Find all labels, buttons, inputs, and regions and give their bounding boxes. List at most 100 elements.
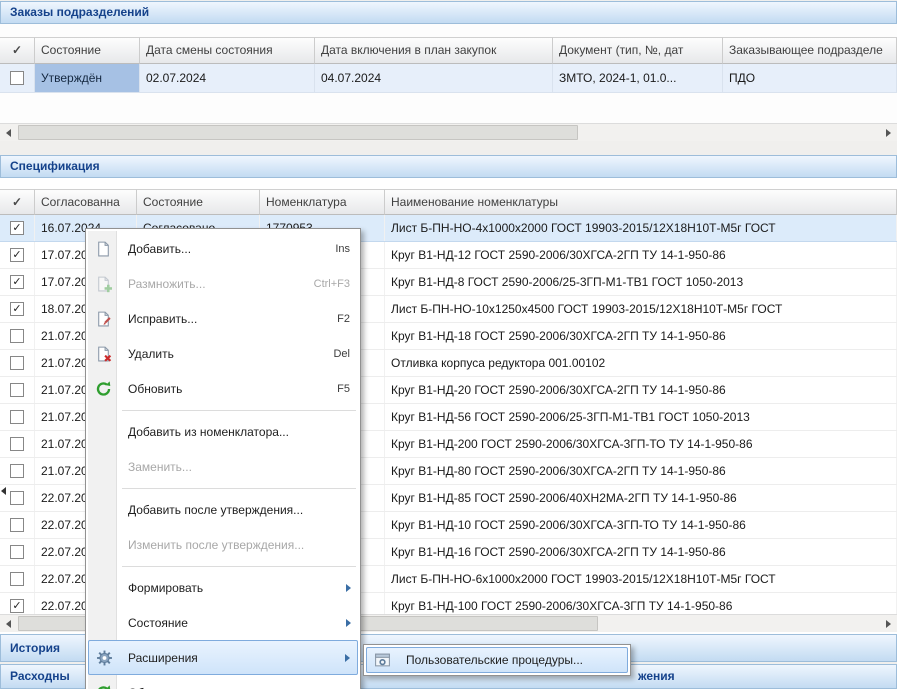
cell-nomenclature-name: Круг В1-НД-16 ГОСТ 2590-2006/30ХГСА-2ГП … bbox=[385, 539, 897, 565]
cell-nomenclature-name: Круг В1-НД-12 ГОСТ 2590-2006/30ХГСА-2ГП … bbox=[385, 242, 897, 268]
cell-state-date: 02.07.2024 bbox=[140, 64, 315, 92]
row-checkbox[interactable] bbox=[10, 491, 24, 505]
row-checkbox[interactable] bbox=[10, 464, 24, 478]
menu-item-add[interactable]: Добавить... Ins bbox=[88, 231, 358, 266]
menu-separator bbox=[88, 406, 358, 414]
exchange-arrows-icon bbox=[95, 684, 112, 689]
menu-item-shortcut: F2 bbox=[337, 313, 350, 325]
row-checkbox[interactable] bbox=[10, 545, 24, 559]
refresh-icon bbox=[95, 380, 112, 397]
cell-checkbox bbox=[0, 377, 35, 403]
row-checkbox[interactable] bbox=[10, 572, 24, 586]
expense-panel-title: Расходны bbox=[10, 669, 70, 683]
context-menu: Добавить... Ins Размножить... Ctrl+F3 Ис… bbox=[85, 228, 361, 689]
submenu-arrow-icon bbox=[346, 584, 351, 592]
cell-checkbox bbox=[0, 323, 35, 349]
orders-panel-title: Заказы подразделений bbox=[10, 5, 149, 19]
menu-item-exchange[interactable]: Обмен bbox=[88, 675, 358, 689]
menu-item-label: Изменить после утверждения... bbox=[128, 538, 350, 552]
spec-table-header: ✓ Согласованна Состояние Номенклатура На… bbox=[0, 189, 897, 215]
extensions-submenu: Пользовательские процедуры... bbox=[363, 644, 631, 676]
history-panel-title: История bbox=[10, 641, 60, 655]
orders-horizontal-scrollbar[interactable] bbox=[0, 123, 897, 141]
menu-item-label: Расширения bbox=[128, 651, 349, 665]
menu-item-label: Добавить из номенклатора... bbox=[128, 425, 350, 439]
column-header-state-date[interactable]: Дата смены состояния bbox=[140, 37, 315, 64]
select-all-column-header[interactable]: ✓ bbox=[0, 189, 35, 215]
cell-checkbox bbox=[0, 458, 35, 484]
row-checkbox[interactable]: ✓ bbox=[10, 302, 24, 316]
cell-nomenclature-name: Отливка корпуса редуктора 001.00102 bbox=[385, 350, 897, 376]
cell-checkbox bbox=[0, 431, 35, 457]
row-checkbox[interactable]: ✓ bbox=[10, 599, 24, 613]
menu-item-shortcut: Ctrl+F3 bbox=[314, 278, 350, 290]
cell-nomenclature-name: Круг В1-НД-20 ГОСТ 2590-2006/30ХГСА-2ГП … bbox=[385, 377, 897, 403]
row-checkbox[interactable]: ✓ bbox=[10, 275, 24, 289]
menu-item-add-after-approval[interactable]: Добавить после утверждения... bbox=[88, 492, 358, 527]
row-checkbox[interactable]: ✓ bbox=[10, 221, 24, 235]
menu-separator bbox=[88, 562, 358, 570]
menu-item-shortcut: Ins bbox=[335, 243, 350, 255]
scrollbar-thumb[interactable] bbox=[18, 125, 578, 140]
cell-checkbox: ✓ bbox=[0, 242, 35, 268]
cell-checkbox bbox=[0, 404, 35, 430]
user-procedures-icon bbox=[374, 652, 391, 669]
column-header-state[interactable]: Состояние bbox=[35, 37, 140, 64]
cell-nomenclature-name: Круг В1-НД-80 ГОСТ 2590-2006/30ХГСА-2ГП … bbox=[385, 458, 897, 484]
cell-nomenclature-name: Круг В1-НД-100 ГОСТ 2590-2006/30ХГСА-3ГП… bbox=[385, 593, 897, 614]
orders-table-row[interactable]: Утверждён 02.07.2024 04.07.2024 ЗМТО, 20… bbox=[0, 64, 897, 93]
row-checkbox[interactable]: ✓ bbox=[10, 248, 24, 262]
orders-table-header: ✓ Состояние Дата смены состояния Дата вк… bbox=[0, 37, 897, 64]
orders-panel-header[interactable]: Заказы подразделений bbox=[0, 1, 897, 24]
cell-checkbox: ✓ bbox=[0, 296, 35, 322]
menu-item-duplicate: Размножить... Ctrl+F3 bbox=[88, 266, 358, 301]
cell-checkbox: ✓ bbox=[0, 269, 35, 295]
cell-checkbox bbox=[0, 64, 35, 92]
menu-item-refresh[interactable]: Обновить F5 bbox=[88, 371, 358, 406]
cell-document: ЗМТО, 2024-1, 01.0... bbox=[553, 64, 723, 92]
menu-item-label: Пользовательские процедуры... bbox=[406, 653, 619, 667]
cell-state: Утверждён bbox=[35, 64, 140, 92]
menu-item-add-from-nomenclator[interactable]: Добавить из номенклатора... bbox=[88, 414, 358, 449]
menu-item-label: Состояние bbox=[128, 616, 350, 630]
menu-item-form[interactable]: Формировать bbox=[88, 570, 358, 605]
scroll-right-arrow-icon[interactable] bbox=[880, 124, 897, 141]
column-header-nomenclature[interactable]: Номенклатура bbox=[260, 189, 385, 215]
column-header-department[interactable]: Заказывающее подразделе bbox=[723, 37, 897, 64]
submenu-item-user-procedures[interactable]: Пользовательские процедуры... bbox=[366, 647, 628, 673]
row-checkbox[interactable] bbox=[10, 356, 24, 370]
menu-item-label: Добавить после утверждения... bbox=[128, 503, 350, 517]
select-all-column-header[interactable]: ✓ bbox=[0, 37, 35, 64]
menu-item-label: Добавить... bbox=[128, 242, 325, 256]
cell-department: ПДО bbox=[723, 64, 897, 92]
menu-item-edit[interactable]: Исправить... F2 bbox=[88, 301, 358, 336]
cell-nomenclature-name: Лист Б-ПН-НО-6х1000х2000 ГОСТ 19903-2015… bbox=[385, 566, 897, 592]
column-header-plan-date[interactable]: Дата включения в план закупок bbox=[315, 37, 553, 64]
cell-plan-date: 04.07.2024 bbox=[315, 64, 553, 92]
splitter-collapse-button[interactable] bbox=[1, 483, 11, 499]
scroll-right-arrow-icon[interactable] bbox=[880, 615, 897, 632]
menu-item-extensions[interactable]: Расширения bbox=[88, 640, 358, 675]
menu-item-state[interactable]: Состояние bbox=[88, 605, 358, 640]
column-header-nomenclature-name[interactable]: Наименование номенклатуры bbox=[385, 189, 897, 215]
column-header-state[interactable]: Состояние bbox=[137, 189, 260, 215]
menu-item-label: Обновить bbox=[128, 382, 327, 396]
cell-checkbox bbox=[0, 539, 35, 565]
column-header-document[interactable]: Документ (тип, №, дат bbox=[553, 37, 723, 64]
row-checkbox[interactable] bbox=[10, 410, 24, 424]
row-checkbox[interactable] bbox=[10, 383, 24, 397]
menu-item-delete[interactable]: Удалить Del bbox=[88, 336, 358, 371]
row-checkbox[interactable] bbox=[10, 71, 24, 85]
menu-item-label: Удалить bbox=[128, 347, 323, 361]
column-header-agreed-date[interactable]: Согласованна bbox=[35, 189, 137, 215]
cell-nomenclature-name: Круг В1-НД-8 ГОСТ 2590-2006/25-3ГП-М1-ТВ… bbox=[385, 269, 897, 295]
spec-panel-header[interactable]: Спецификация bbox=[0, 155, 897, 178]
app-window: Заказы подразделений ✓ Состояние Дата см… bbox=[0, 0, 897, 689]
cell-checkbox: ✓ bbox=[0, 215, 35, 241]
row-checkbox[interactable] bbox=[10, 437, 24, 451]
scroll-left-arrow-icon[interactable] bbox=[0, 615, 17, 632]
check-icon: ✓ bbox=[12, 43, 22, 57]
scroll-left-arrow-icon[interactable] bbox=[0, 124, 17, 141]
row-checkbox[interactable] bbox=[10, 329, 24, 343]
row-checkbox[interactable] bbox=[10, 518, 24, 532]
